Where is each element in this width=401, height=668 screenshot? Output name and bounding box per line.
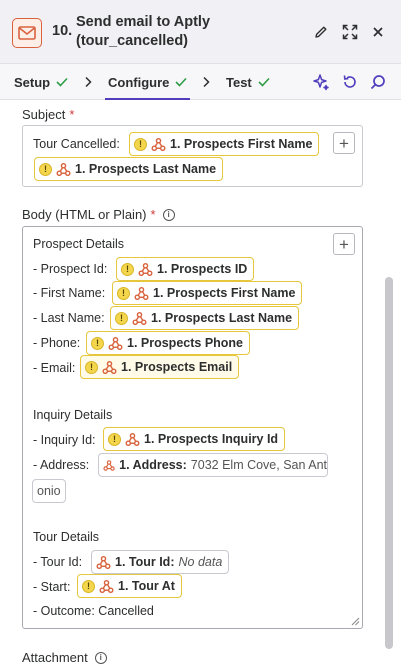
pill-phone[interactable]: ! 1. Prospects Phone: [86, 331, 251, 355]
insert-data-button[interactable]: +: [333, 132, 355, 154]
row-label: - Inquiry Id:: [33, 433, 96, 447]
row-label: - Last Name:: [33, 311, 105, 325]
required-marker: *: [150, 207, 156, 222]
step-title-text: Send email to Aptly (tour_cancelled): [76, 14, 211, 49]
warning-icon: !: [82, 579, 95, 593]
pill-label: 1. Prospects First Name: [153, 286, 296, 300]
subject-label: Subject *: [22, 107, 74, 122]
check-icon: [258, 77, 270, 87]
pill-label: 1. Prospects Inquiry Id: [144, 432, 279, 446]
tab-label: Setup: [14, 74, 51, 90]
tab-configure[interactable]: Configure: [104, 64, 191, 100]
tab-test[interactable]: Test: [226, 64, 270, 100]
webhook-icon: [102, 360, 117, 374]
body-field[interactable]: + Prospect Details - Prospect Id: ! 1. P…: [22, 226, 363, 629]
expand-icon[interactable]: [340, 22, 360, 42]
webhook-icon: [99, 579, 114, 593]
webhook-icon: [132, 311, 147, 325]
prospect-heading: Prospect Details: [33, 237, 125, 251]
subject-label-text: Subject: [22, 107, 66, 122]
row-label: - Tour Id:: [33, 555, 83, 569]
row-label: - Address:: [33, 458, 90, 472]
pill-label: 1. Prospects Email: [121, 360, 233, 374]
warning-icon: !: [117, 286, 130, 300]
pill-label: 1. Prospects Last Name: [75, 162, 217, 176]
webhook-icon: [108, 336, 123, 350]
check-icon: [56, 77, 68, 87]
subject-pill-first-name[interactable]: ! 1. Prospects First Name: [129, 132, 320, 156]
warning-icon: !: [39, 162, 52, 176]
pill-label: 1. Prospects Last Name: [151, 311, 293, 325]
step-header: 10. Send email to Aptly (tour_cancelled): [0, 0, 401, 64]
info-icon[interactable]: i: [162, 208, 175, 221]
row-label: - Phone:: [33, 336, 81, 350]
envelope-icon: [12, 18, 42, 48]
warning-icon: !: [121, 262, 134, 276]
pill-tour-id[interactable]: 1. Tour Id: No data: [91, 550, 230, 574]
webhook-icon: [125, 432, 140, 446]
webhook-icon: [56, 162, 71, 176]
pill-key: 1. Address:: [119, 458, 187, 472]
resize-handle-icon[interactable]: [351, 617, 360, 626]
required-marker: *: [69, 107, 75, 122]
pill-first-name[interactable]: ! 1. Prospects First Name: [112, 281, 303, 305]
check-icon: [175, 77, 187, 87]
warning-icon: !: [134, 137, 147, 151]
pencil-icon[interactable]: [311, 22, 331, 42]
webhook-icon: [96, 555, 111, 569]
inquiry-heading: Inquiry Details: [33, 408, 113, 422]
subject-field[interactable]: Tour Cancelled: ! 1. Prospects First Nam…: [22, 125, 363, 187]
chevron-right-icon: [85, 76, 92, 88]
pill-key: 1. Tour Id:: [115, 555, 175, 569]
refresh-icon[interactable]: [340, 72, 360, 92]
configure-form[interactable]: Subject * Tour Cancelled: ! 1. Prospects…: [0, 101, 401, 668]
subject-pill-last-name[interactable]: ! 1. Prospects Last Name: [34, 157, 224, 181]
body-label: Body (HTML or Plain) * i: [22, 207, 175, 222]
webhook-icon: [138, 262, 153, 276]
close-icon[interactable]: [368, 22, 388, 42]
search-icon[interactable]: [368, 72, 388, 92]
pill-inquiry-id[interactable]: ! 1. Prospects Inquiry Id: [103, 427, 286, 451]
webhook-icon: [151, 137, 166, 151]
step-number: 10.: [52, 23, 73, 39]
attachment-label-text: Attachment: [22, 650, 88, 665]
insert-data-button[interactable]: +: [333, 233, 355, 255]
sparkle-icon[interactable]: [311, 72, 331, 92]
scrollbar-thumb[interactable]: [385, 277, 393, 649]
pill-value: No data: [178, 555, 223, 569]
warning-icon: !: [85, 360, 98, 374]
body-label-text: Body (HTML or Plain): [22, 207, 147, 222]
pill-label: 1. Prospects First Name: [170, 137, 313, 151]
pill-value: onio: [37, 484, 61, 498]
pill-email[interactable]: ! 1. Prospects Email: [80, 355, 240, 379]
warning-icon: !: [91, 336, 104, 350]
attachment-label: Attachment i: [22, 650, 107, 665]
pill-address[interactable]: 1. Address: 7032 Elm Cove, San Ant: [98, 453, 328, 477]
pill-last-name[interactable]: ! 1. Prospects Last Name: [110, 306, 300, 330]
row-label: - First Name:: [33, 286, 106, 300]
row-label: - Prospect Id:: [33, 262, 108, 276]
tab-label: Test: [226, 74, 252, 90]
warning-icon: !: [108, 432, 121, 446]
row-label: - Email:: [33, 361, 76, 375]
pill-prospect-id[interactable]: ! 1. Prospects ID: [116, 257, 255, 281]
row-label: - Start:: [33, 580, 71, 594]
outcome-line: - Outcome: Cancelled: [33, 604, 154, 618]
pill-address-wrap[interactable]: onio: [32, 479, 66, 503]
pill-tour-at[interactable]: ! 1. Tour At: [77, 574, 182, 598]
step-tabs: Setup Configure Test: [0, 64, 401, 100]
pill-label: 1. Tour At: [118, 579, 175, 593]
tab-label: Configure: [108, 74, 170, 90]
tour-heading: Tour Details: [33, 530, 99, 544]
webhook-icon: [134, 286, 149, 300]
pill-label: 1. Prospects ID: [157, 262, 248, 276]
subject-prefix: Tour Cancelled:: [33, 137, 120, 151]
webhook-icon: [103, 459, 115, 471]
warning-icon: !: [115, 311, 128, 325]
chevron-right-icon: [203, 76, 210, 88]
pill-label: 1. Prospects Phone: [127, 336, 244, 350]
info-icon[interactable]: i: [94, 651, 107, 664]
pill-value: 7032 Elm Cove, San Ant: [190, 458, 327, 472]
tab-setup[interactable]: Setup: [14, 64, 68, 100]
